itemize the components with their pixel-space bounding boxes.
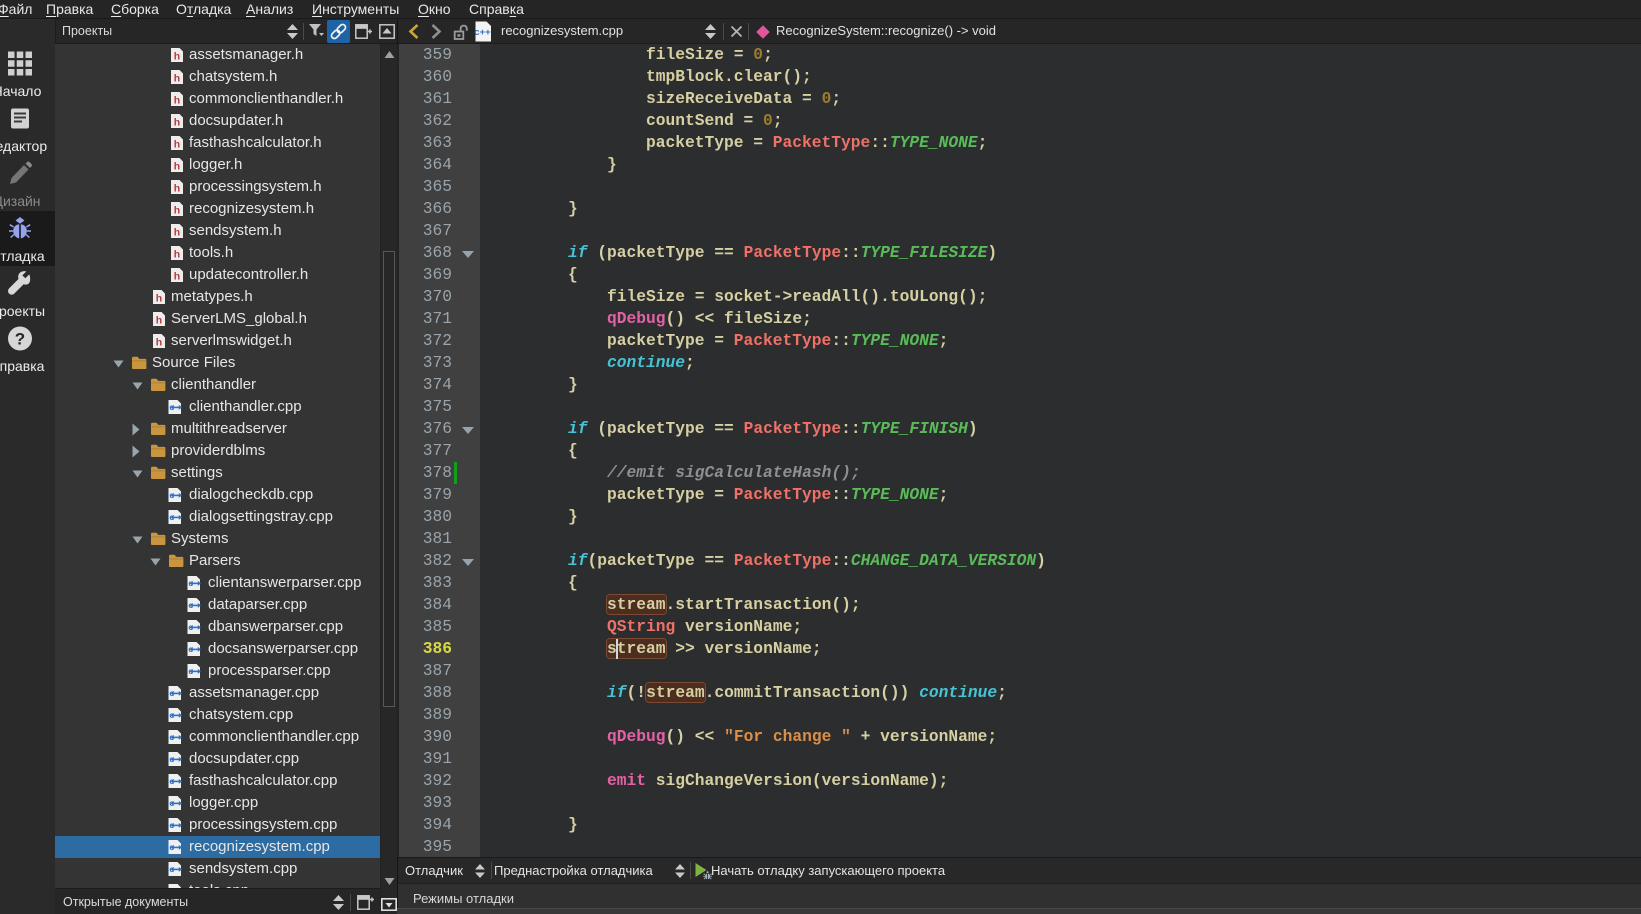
svg-text:h: h <box>174 271 180 283</box>
svg-text:h: h <box>174 73 180 85</box>
svg-text:h: h <box>156 293 162 305</box>
svg-text:h: h <box>174 51 180 63</box>
svg-text:h: h <box>174 117 180 129</box>
svg-text:h: h <box>174 205 180 217</box>
svg-text:h: h <box>174 139 180 151</box>
svg-text:c++: c++ <box>474 27 491 38</box>
svg-text:?: ? <box>15 330 25 349</box>
svg-text:h: h <box>156 315 162 327</box>
svg-text:h: h <box>174 183 180 195</box>
svg-text:h: h <box>174 95 180 107</box>
svg-text:h: h <box>174 227 180 239</box>
svg-text:h: h <box>174 161 180 173</box>
svg-text:h: h <box>174 249 180 261</box>
svg-text:h: h <box>156 337 162 349</box>
